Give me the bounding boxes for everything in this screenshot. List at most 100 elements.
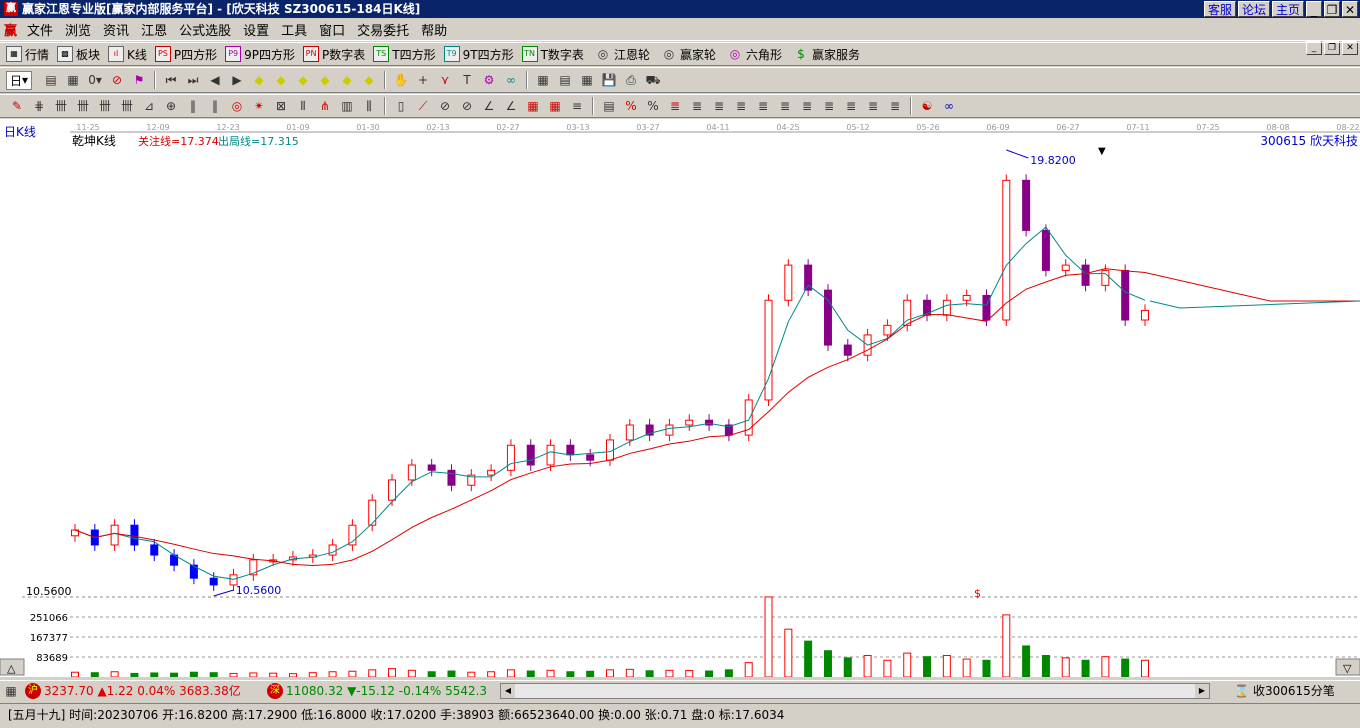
crosshair-icon[interactable]: + <box>415 72 431 88</box>
text-icon[interactable]: T <box>459 72 475 88</box>
hexagon-button[interactable]: ◎ 六角形 <box>724 46 782 63</box>
p-square-button[interactable]: PS P四方形 <box>154 46 217 63</box>
restore-button[interactable]: ❐ <box>1324 1 1340 17</box>
lines-icon[interactable]: ≡ <box>569 98 585 114</box>
lines-icon[interactable]: ⫴ <box>295 98 311 114</box>
cancel-icon[interactable]: ⊘ <box>109 72 125 88</box>
levels-icon[interactable]: ≣ <box>843 98 859 114</box>
9p-square-button[interactable]: P9 9P四方形 <box>225 46 295 63</box>
menu-window[interactable]: 窗口 <box>313 20 351 39</box>
menu-browse[interactable]: 浏览 <box>59 20 97 39</box>
link-icon[interactable]: ∞ <box>503 72 519 88</box>
cycle-icon[interactable]: ⋔ <box>317 98 333 114</box>
grid-icon[interactable]: ▦ <box>525 98 541 114</box>
t-number-table-button[interactable]: TN T数字表 <box>521 46 584 63</box>
box-icon[interactable]: ⊘ <box>459 98 475 114</box>
right-icon[interactable]: ▶ <box>229 72 245 88</box>
gann-icon[interactable]: 卌 <box>75 98 91 114</box>
winner-wheel-button[interactable]: ◎ 赢家轮 <box>658 46 716 63</box>
diamond-icon[interactable]: ◆ <box>317 72 333 88</box>
first-icon[interactable]: ⏮ <box>163 72 179 88</box>
hand-icon[interactable]: ✋ <box>393 72 409 88</box>
truck-icon[interactable]: ⛟ <box>645 72 661 88</box>
menu-gann[interactable]: 江恩 <box>135 20 173 39</box>
gann-icon[interactable]: 卌 <box>97 98 113 114</box>
minimize-button[interactable]: _ <box>1306 1 1322 17</box>
box-icon[interactable]: ▥ <box>339 98 355 114</box>
9t-square-button[interactable]: T9 9T四方形 <box>443 46 514 63</box>
winner-service-button[interactable]: $ 赢家服务 <box>790 46 860 63</box>
levels-icon[interactable]: ≣ <box>755 98 771 114</box>
levels-icon[interactable]: ≣ <box>799 98 815 114</box>
box-icon[interactable]: ⊘ <box>437 98 453 114</box>
levels-icon[interactable]: ≣ <box>821 98 837 114</box>
levels-icon[interactable]: ≣ <box>777 98 793 114</box>
menu-file[interactable]: 文件 <box>21 20 59 39</box>
home-button[interactable]: 主页 <box>1271 1 1304 17</box>
pencil-icon[interactable]: ✎ <box>9 98 25 114</box>
diamond-icon[interactable]: ◆ <box>295 72 311 88</box>
menu-trade[interactable]: 交易委托 <box>351 20 415 39</box>
number-icon[interactable]: 0▾ <box>87 72 103 88</box>
flag-icon[interactable]: ⚑ <box>131 72 147 88</box>
gann-icon[interactable]: 卌 <box>53 98 69 114</box>
close-button[interactable]: ✕ <box>1342 1 1358 17</box>
levels-icon[interactable]: ≣ <box>887 98 903 114</box>
diamond-icon[interactable]: ◆ <box>339 72 355 88</box>
period-select[interactable]: 日 ▾ <box>6 70 33 90</box>
menu-settings[interactable]: 设置 <box>237 20 275 39</box>
table-icon[interactable]: ▤ <box>557 72 573 88</box>
trend-icon[interactable]: ⋎ <box>437 72 453 88</box>
diamond-icon[interactable]: ◆ <box>273 72 289 88</box>
fan-icon[interactable]: ⟋ <box>415 98 431 114</box>
menu-news[interactable]: 资讯 <box>97 20 135 39</box>
sector-button[interactable]: ▩ 板块 <box>57 46 100 63</box>
kline-chart[interactable]: 11-25 12-09 12-23 01-09 01-30 02-13 02-27 03-13… <box>0 119 1360 677</box>
print-icon[interactable]: ⎙ <box>623 72 639 88</box>
levels-icon[interactable]: ≣ <box>733 98 749 114</box>
levels-icon[interactable]: ≣ <box>689 98 705 114</box>
tick-label[interactable]: 收300615分笔 <box>1253 682 1335 699</box>
table-icon[interactable]: ▦ <box>3 683 19 699</box>
gann-wheel-button[interactable]: ◎ 江恩轮 <box>592 46 650 63</box>
lines-icon[interactable]: ‖ <box>185 98 201 114</box>
calculator-icon[interactable]: ▦ <box>579 72 595 88</box>
circle-icon[interactable]: ◎ <box>229 98 245 114</box>
chart-icon[interactable]: ▤ <box>43 72 59 88</box>
fib-icon[interactable]: ▯ <box>393 98 409 114</box>
levels-icon[interactable]: ≣ <box>667 98 683 114</box>
angle-icon[interactable]: ∠ <box>503 98 519 114</box>
lines-icon[interactable]: ‖ <box>207 98 223 114</box>
tag-icon[interactable]: ⚙ <box>481 72 497 88</box>
save-icon[interactable]: 💾 <box>601 72 617 88</box>
percent-icon[interactable]: % <box>645 98 661 114</box>
quotes-button[interactable]: ▦ 行情 <box>6 46 49 63</box>
grid-icon[interactable]: ⋕ <box>31 98 47 114</box>
calendar-icon[interactable]: ▦ <box>535 72 551 88</box>
kline-button[interactable]: ıl K线 <box>108 46 147 63</box>
menu-formula[interactable]: 公式选股 <box>173 20 237 39</box>
angle-icon[interactable]: ∠ <box>481 98 497 114</box>
fan-icon[interactable]: ⊿ <box>141 98 157 114</box>
last-icon[interactable]: ⏭ <box>185 72 201 88</box>
star-icon[interactable]: ✴ <box>251 98 267 114</box>
ruler-icon[interactable]: ▤ <box>601 98 617 114</box>
box-icon[interactable]: ⊠ <box>273 98 289 114</box>
gann-icon[interactable]: 卌 <box>119 98 135 114</box>
infinity-icon[interactable]: ∞ <box>941 98 957 114</box>
levels-icon[interactable]: ≣ <box>865 98 881 114</box>
left-icon[interactable]: ◀ <box>207 72 223 88</box>
p-number-table-button[interactable]: PN P数字表 <box>303 46 365 63</box>
diamond-icon[interactable]: ◆ <box>361 72 377 88</box>
yinyang-icon[interactable]: ☯ <box>919 98 935 114</box>
menu-help[interactable]: 帮助 <box>415 20 453 39</box>
menu-tools[interactable]: 工具 <box>275 20 313 39</box>
levels-icon[interactable]: ≣ <box>711 98 727 114</box>
service-button[interactable]: 客服 <box>1203 1 1236 17</box>
percent-icon[interactable]: % <box>623 98 639 114</box>
grid-icon[interactable]: ▦ <box>547 98 563 114</box>
forum-button[interactable]: 论坛 <box>1237 1 1270 17</box>
t-square-button[interactable]: TS T四方形 <box>373 46 436 63</box>
diamond-icon[interactable]: ◆ <box>251 72 267 88</box>
circle-icon[interactable]: ⊕ <box>163 98 179 114</box>
